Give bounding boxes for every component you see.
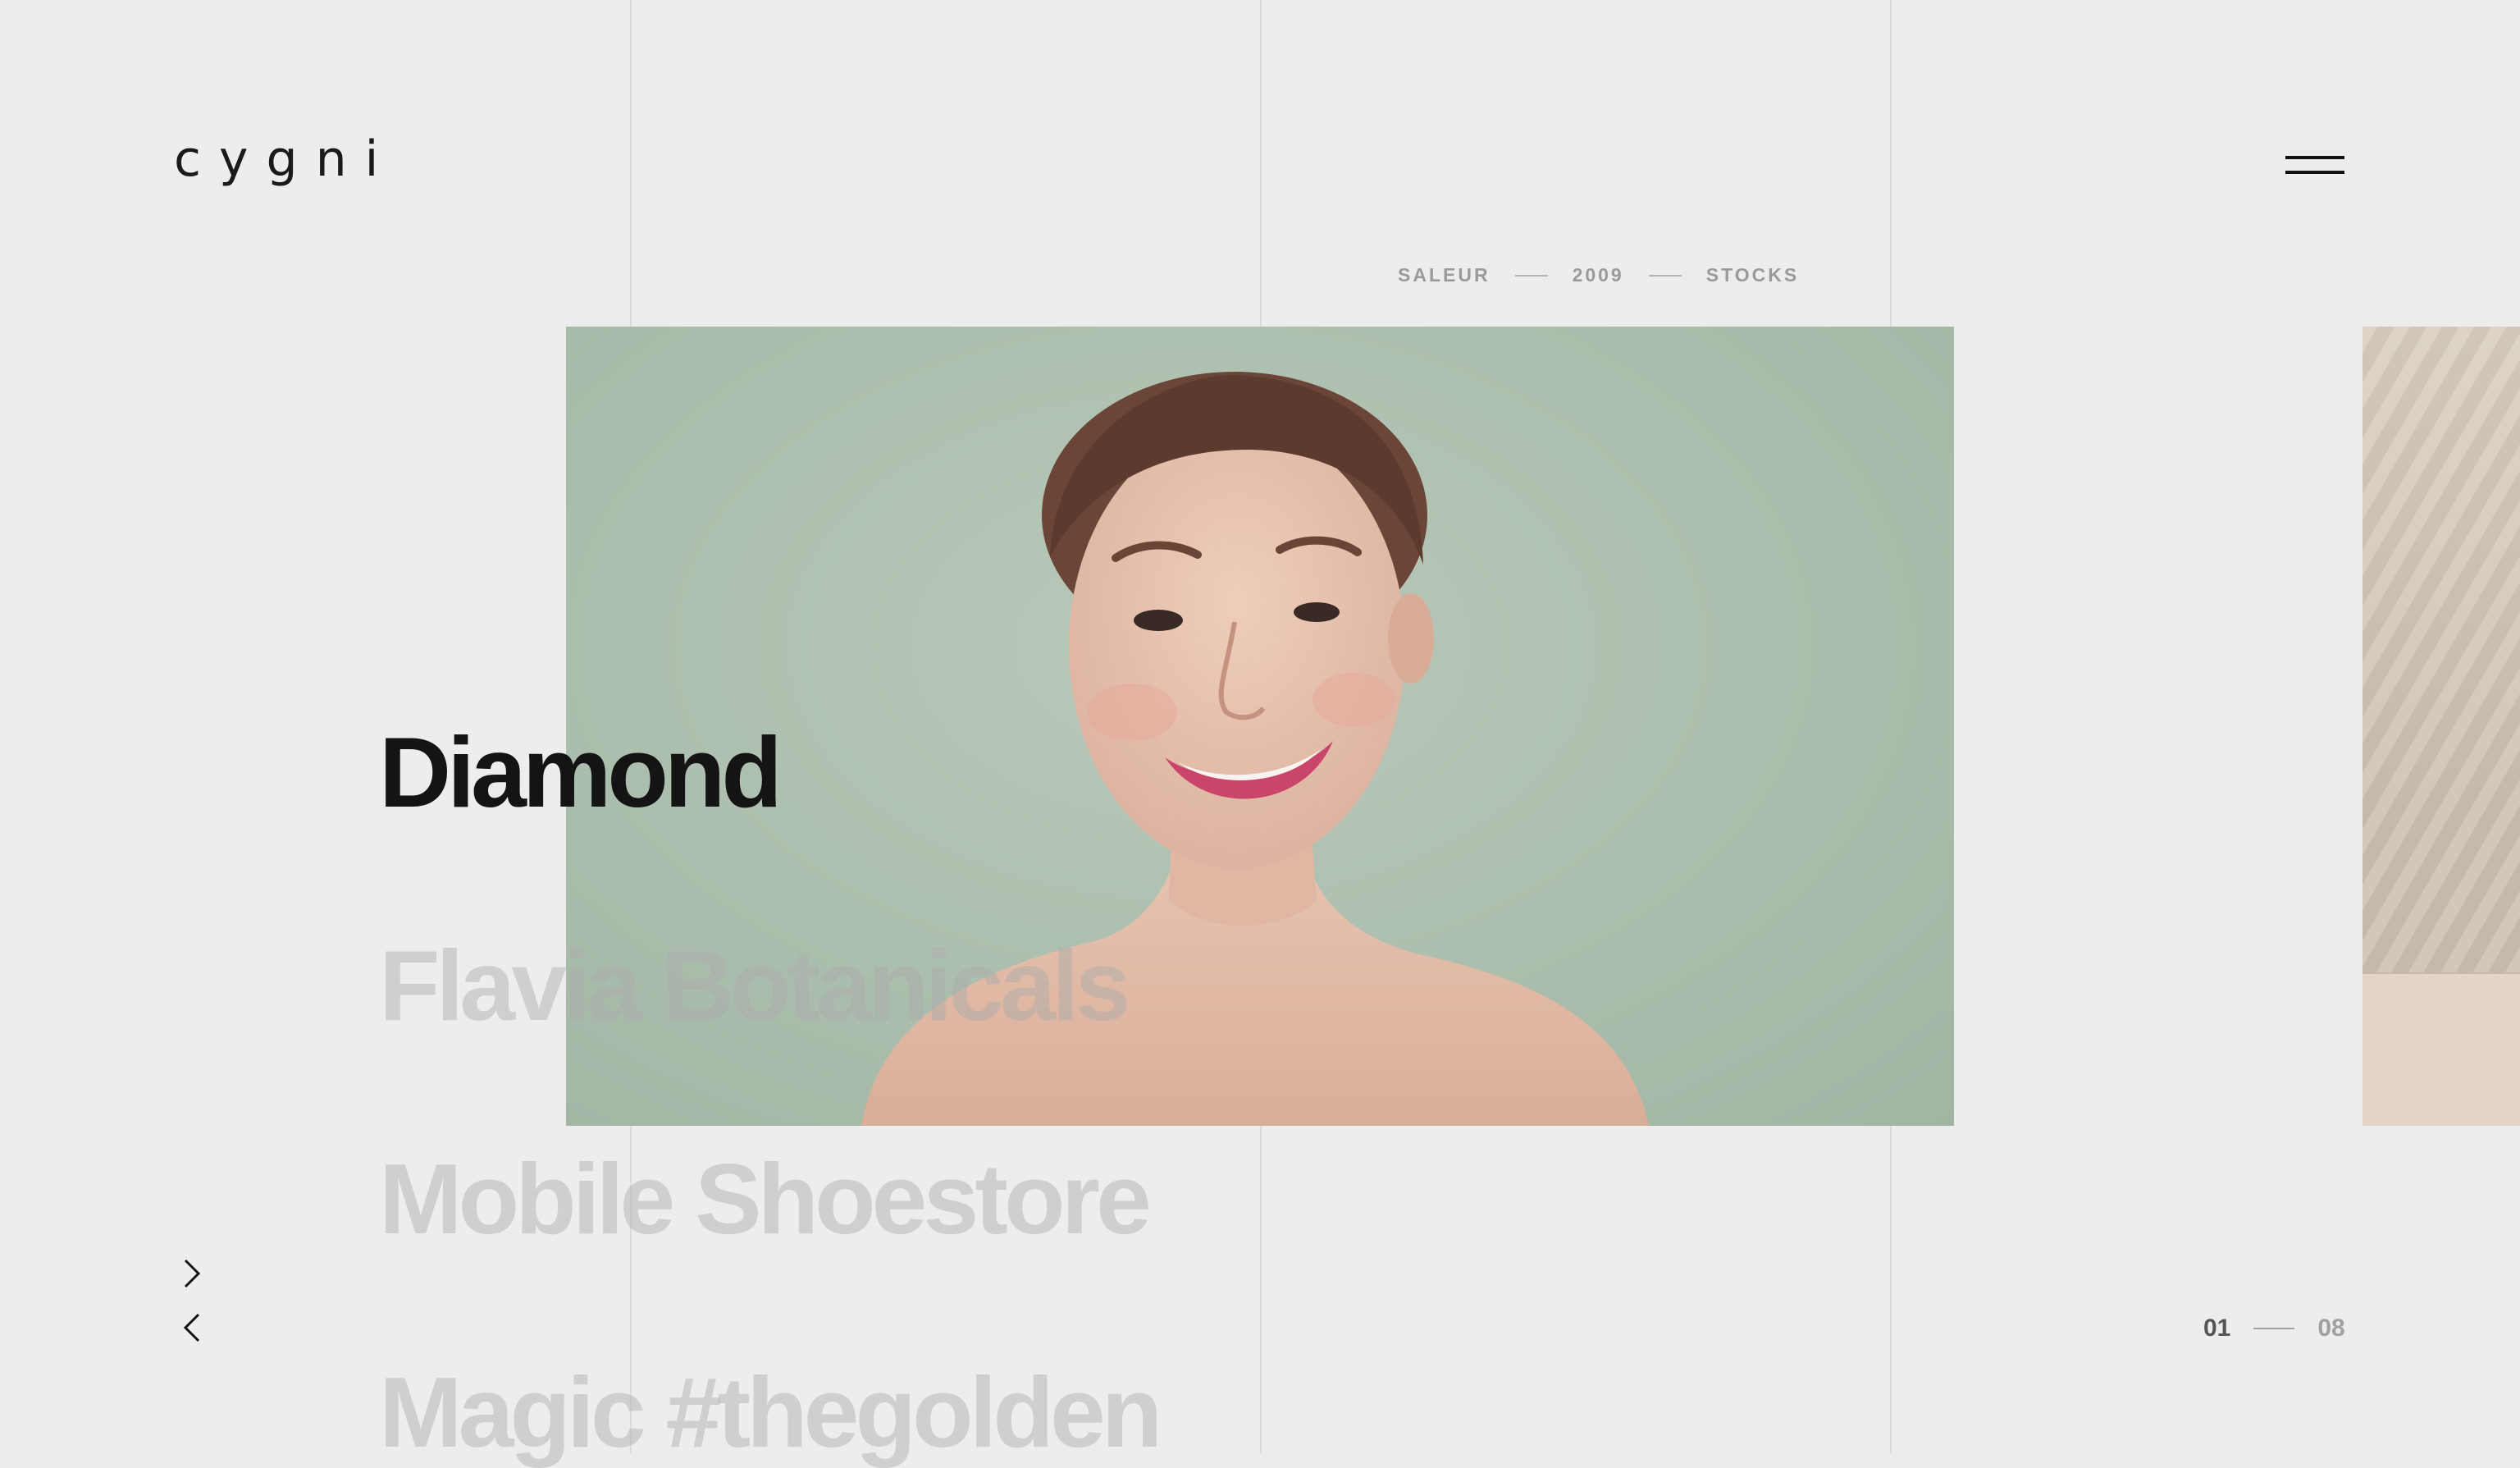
slide-counter: 01 08 (2203, 1315, 2345, 1342)
meta-category: STOCKS (1705, 264, 1800, 286)
project-title-flavia-botanicals[interactable]: Flavia Botanicals (379, 935, 1131, 1036)
project-meta: SALEUR 2009 STOCKS (1398, 264, 1799, 286)
chevron-left-icon[interactable] (176, 1311, 208, 1344)
meta-divider (1514, 274, 1548, 277)
chevron-right-icon[interactable] (176, 1257, 208, 1290)
hamburger-icon[interactable] (2285, 156, 2344, 176)
meta-year: 2009 (1572, 264, 1624, 286)
next-project-preview[interactable] (2362, 327, 2520, 1126)
total-slides: 08 (2317, 1315, 2345, 1342)
current-slide: 01 (2203, 1315, 2231, 1342)
preview-surface (2362, 972, 2520, 1126)
palm-shadow (2362, 327, 2520, 972)
brand-logo[interactable]: cygni (174, 135, 396, 184)
project-title-diamond[interactable]: Diamond (379, 722, 783, 822)
meta-client: SALEUR (1398, 264, 1491, 286)
project-title-magic-thegolden[interactable]: Magic #thegolden (379, 1362, 1162, 1462)
counter-divider (2253, 1328, 2295, 1329)
meta-divider (1648, 274, 1682, 277)
project-title-mobile-shoestore[interactable]: Mobile Shoestore (379, 1149, 1152, 1249)
